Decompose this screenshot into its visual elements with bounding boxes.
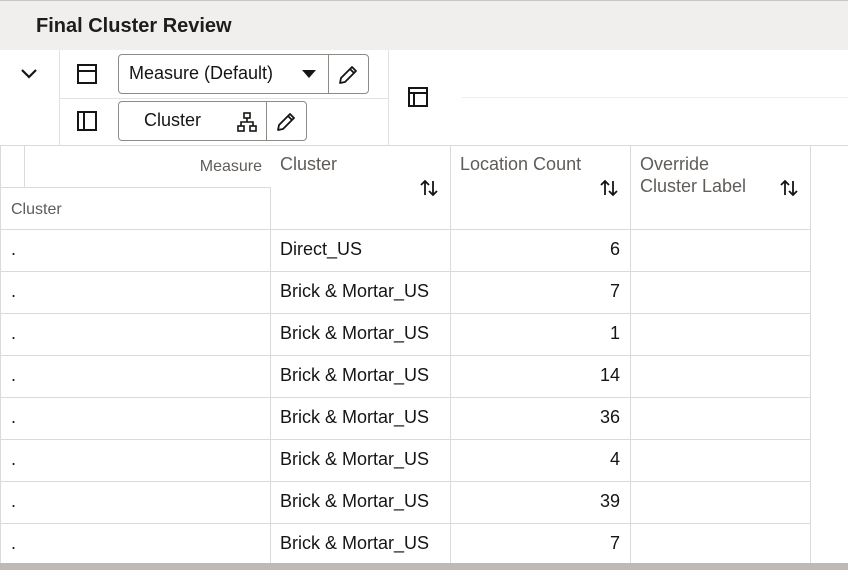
location-count-cell[interactable]: 14 — [451, 356, 631, 398]
cluster-cell-text: Brick & Mortar_US — [280, 365, 430, 385]
location-count-cell[interactable]: 1 — [451, 314, 631, 356]
location-count-cell-text: 1 — [609, 323, 620, 343]
location-count-cell[interactable]: 36 — [451, 398, 631, 440]
column-header-override-line1: Override — [640, 154, 710, 174]
location-count-cell-text: 6 — [609, 239, 620, 259]
corner-measure-label: Measure — [199, 158, 262, 175]
row-label-cell[interactable]: . — [0, 356, 271, 398]
corner-cluster-label: Cluster — [11, 201, 62, 218]
toolbar-row-divider — [60, 98, 388, 99]
cluster-cell-text: Brick & Mortar_US — [280, 281, 430, 301]
pivot-layout-icon[interactable] — [402, 81, 434, 113]
sort-icon[interactable] — [419, 178, 439, 198]
row-label-cell[interactable]: . — [0, 524, 271, 564]
cluster-cell[interactable]: Direct_US — [271, 230, 451, 272]
field-divider — [328, 55, 329, 93]
caret-down-icon[interactable] — [302, 70, 316, 78]
row-label-cell[interactable]: . — [0, 230, 271, 272]
location-count-cell-text: 7 — [609, 533, 620, 553]
row-label-cell-text: . — [11, 365, 17, 385]
cluster-cell-text: Brick & Mortar_US — [280, 533, 430, 553]
chevron-down-icon[interactable] — [13, 58, 45, 90]
page-title: Final Cluster Review — [36, 15, 232, 37]
location-count-cell-text: 7 — [609, 281, 620, 301]
column-header-override-cluster-label[interactable]: Override Cluster Label — [631, 146, 811, 230]
measure-selector[interactable]: Measure (Default) — [118, 54, 369, 94]
pivot-toolbar: Measure (Default) Cluster — [0, 50, 848, 146]
override-cluster-label-cell[interactable] — [631, 440, 811, 482]
location-count-cell-text: 4 — [609, 449, 620, 469]
cluster-selector-label: Cluster — [144, 110, 202, 130]
hierarchy-icon[interactable] — [236, 111, 258, 133]
row-label-cell[interactable]: . — [0, 440, 271, 482]
cluster-cell[interactable]: Brick & Mortar_US — [271, 440, 451, 482]
override-cluster-label-cell[interactable] — [631, 524, 811, 564]
cluster-cell-text: Brick & Mortar_US — [280, 449, 430, 469]
location-count-cell[interactable]: 7 — [451, 272, 631, 314]
location-count-cell[interactable]: 6 — [451, 230, 631, 272]
column-layout-icon[interactable] — [71, 105, 103, 137]
row-label-cell[interactable]: . — [0, 482, 271, 524]
measure-selector-label: Measure (Default) — [129, 63, 274, 83]
override-cluster-label-cell[interactable] — [631, 272, 811, 314]
row-label-cell-text: . — [11, 407, 17, 427]
toolbar-divider — [388, 50, 389, 145]
location-count-cell-text: 39 — [599, 491, 620, 511]
cluster-cell-text: Direct_US — [280, 239, 363, 259]
corner-spacer — [0, 146, 25, 188]
cluster-cell[interactable]: Brick & Mortar_US — [271, 314, 451, 356]
data-grid: Measure Cluster Cluster Location Count O… — [0, 146, 848, 564]
column-header-cluster-label: Cluster — [280, 154, 338, 174]
column-header-location-count-label: Location Count — [460, 154, 582, 174]
row-label-cell[interactable]: . — [0, 398, 271, 440]
cluster-cell-text: Brick & Mortar_US — [280, 323, 430, 343]
override-cluster-label-cell[interactable] — [631, 398, 811, 440]
cluster-cell[interactable]: Brick & Mortar_US — [271, 398, 451, 440]
cluster-cell[interactable]: Brick & Mortar_US — [271, 482, 451, 524]
column-header-cluster[interactable]: Cluster — [271, 146, 451, 230]
edit-measure-pencil-icon[interactable] — [337, 64, 359, 86]
row-label-cell-text: . — [11, 533, 17, 553]
cluster-selector[interactable]: Cluster — [118, 101, 307, 141]
row-label-cell-text: . — [11, 449, 17, 469]
field-divider — [266, 102, 267, 140]
horizontal-scrollbar[interactable] — [0, 563, 848, 570]
cluster-cell-text: Brick & Mortar_US — [280, 407, 430, 427]
location-count-cell[interactable]: 39 — [451, 482, 631, 524]
cluster-cell-text: Brick & Mortar_US — [280, 491, 430, 511]
row-label-cell-text: . — [11, 491, 17, 511]
row-label-cell-text: . — [11, 239, 17, 259]
override-cluster-label-cell[interactable] — [631, 314, 811, 356]
corner-measure-header: Measure — [25, 146, 271, 188]
override-cluster-label-cell[interactable] — [631, 356, 811, 398]
cluster-cell[interactable]: Brick & Mortar_US — [271, 524, 451, 564]
title-bar: Final Cluster Review — [0, 0, 848, 50]
row-label-cell[interactable]: . — [0, 272, 271, 314]
sort-icon[interactable] — [599, 178, 619, 198]
location-count-cell[interactable]: 7 — [451, 524, 631, 564]
edit-cluster-pencil-icon[interactable] — [275, 111, 297, 133]
sort-icon[interactable] — [779, 178, 799, 198]
location-count-cell-text: 36 — [599, 407, 620, 427]
override-cluster-label-cell[interactable] — [631, 230, 811, 272]
row-layout-icon[interactable] — [71, 58, 103, 90]
column-header-override-line2: Cluster Label — [640, 176, 747, 196]
cluster-cell[interactable]: Brick & Mortar_US — [271, 356, 451, 398]
corner-cluster-header: Cluster — [0, 188, 271, 230]
row-label-cell[interactable]: . — [0, 314, 271, 356]
row-label-cell-text: . — [11, 323, 17, 343]
cluster-cell[interactable]: Brick & Mortar_US — [271, 272, 451, 314]
toolbar-guide-line — [462, 97, 848, 98]
location-count-cell-text: 14 — [599, 365, 620, 385]
row-label-cell-text: . — [11, 281, 17, 301]
location-count-cell[interactable]: 4 — [451, 440, 631, 482]
column-header-location-count[interactable]: Location Count — [451, 146, 631, 230]
override-cluster-label-cell[interactable] — [631, 482, 811, 524]
